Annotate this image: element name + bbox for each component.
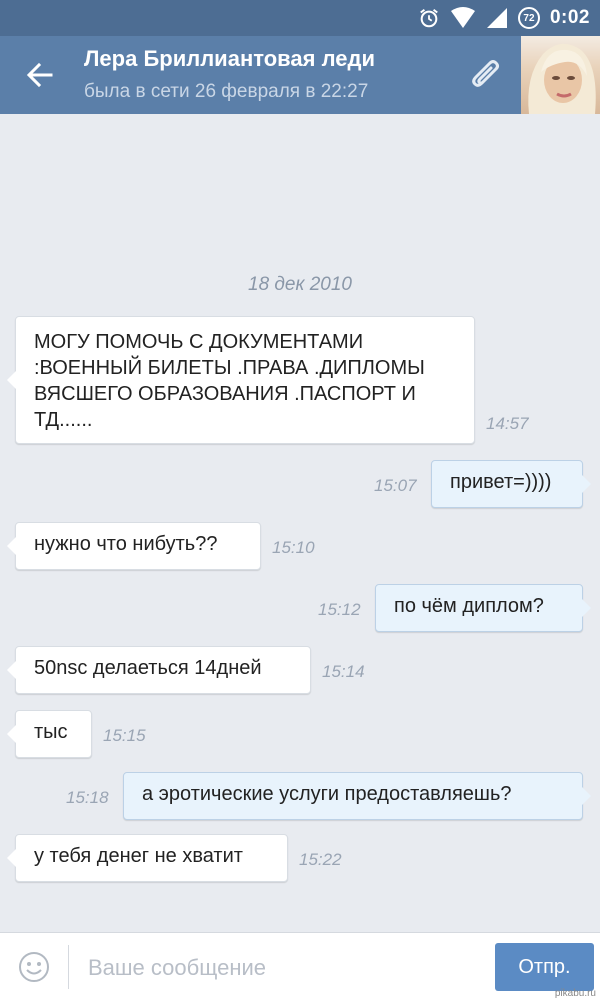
message-text: привет=)))) (450, 471, 552, 493)
message-bubble-incoming[interactable]: МОГУ ПОМОЧЬ С ДОКУМЕНТАМИ :ВОЕННЫЙ БИЛЕТ… (7, 316, 475, 444)
emoji-icon[interactable] (18, 951, 50, 983)
contact-avatar[interactable] (521, 36, 600, 114)
message-text: у тебя денег не хватит (34, 845, 243, 867)
send-button[interactable]: Отпр. (495, 943, 594, 991)
message-bubble-incoming[interactable]: 50nsc делаеться 14дней (7, 646, 311, 694)
message-text: МОГУ ПОМОЧЬ С ДОКУМЕНТАМИ :ВОЕННЫЙ БИЛЕТ… (34, 331, 425, 431)
watermark: pikabu.ru (554, 988, 596, 999)
message-compose-bar: Отпр. pikabu.ru (0, 932, 600, 1001)
message-text: по чём диплом? (394, 595, 544, 617)
message-time: 15:14 (322, 662, 365, 681)
message-time: 14:57 (486, 414, 529, 433)
message-text: тыс (34, 721, 68, 743)
status-time: 0:02 (549, 7, 590, 28)
avatar-photo (528, 43, 596, 114)
message-text: а эротические услуги предоставляешь? (142, 783, 512, 805)
message-time: 15:10 (272, 538, 315, 557)
status-bar: 72 0:02 (0, 0, 600, 36)
message-time: 15:22 (299, 850, 342, 869)
wifi-icon (450, 7, 475, 28)
alarm-icon (420, 8, 438, 28)
contact-name[interactable]: Лера Бриллиантовая леди (84, 46, 375, 72)
message-time: 15:07 (374, 476, 417, 495)
message-text: 50nsc делаеться 14дней (34, 657, 262, 679)
contact-last-seen: была в сети 26 февраля в 22:27 (84, 81, 369, 102)
back-arrow-icon[interactable] (24, 59, 56, 91)
battery-icon: 72 (517, 7, 540, 29)
message-text: нужно что нибуть?? (34, 533, 218, 555)
paperclip-icon[interactable] (466, 55, 506, 95)
message-bubble-outgoing[interactable]: а эротические услуги предоставляешь? (123, 772, 591, 820)
message-time: 15:12 (318, 600, 361, 619)
date-separator: 18 дек 2010 (248, 274, 352, 295)
message-time: 15:18 (66, 788, 109, 807)
message-input[interactable] (86, 947, 480, 989)
message-bubble-incoming[interactable]: тыс (7, 710, 92, 758)
message-time: 15:15 (103, 726, 146, 745)
signal-icon (486, 8, 507, 28)
input-divider (68, 945, 69, 989)
message-bubble-outgoing[interactable]: привет=)))) (431, 460, 591, 508)
message-list[interactable]: 18 дек 2010 МОГУ ПОМОЧЬ С ДОКУМЕНТАМИ :В… (0, 114, 600, 932)
message-bubble-incoming[interactable]: у тебя денег не хватит (7, 834, 288, 882)
message-bubble-outgoing[interactable]: по чём диплом? (375, 584, 591, 632)
chat-header: Лера Бриллиантовая леди была в сети 26 ф… (0, 36, 600, 114)
status-icons: 72 0:02 (418, 6, 590, 30)
message-bubble-incoming[interactable]: нужно что нибуть?? (7, 522, 261, 570)
